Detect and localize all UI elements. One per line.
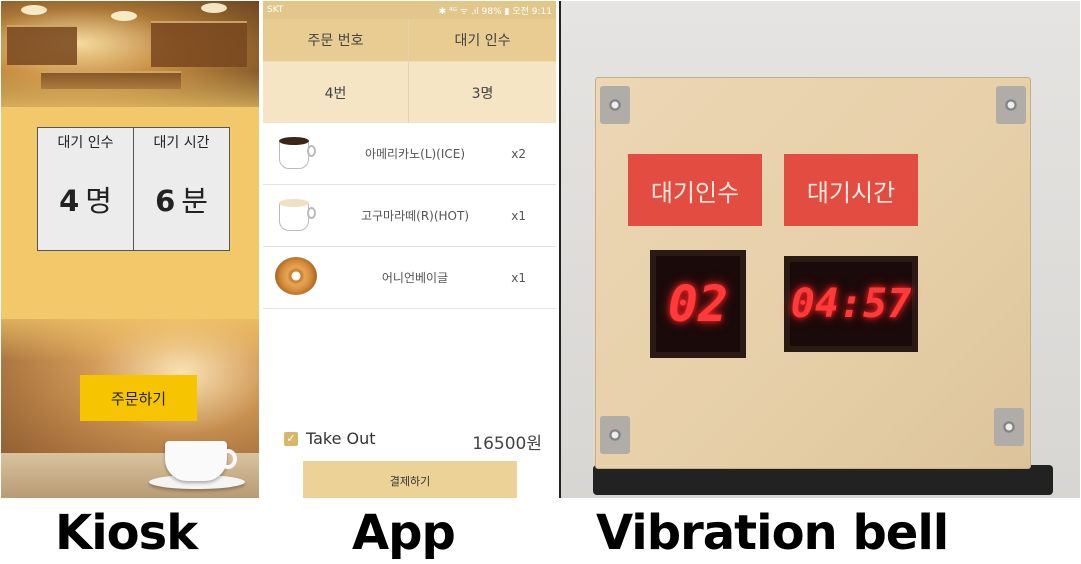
takeout-label: Take Out <box>306 429 376 448</box>
item-name: 아메리카노(L)(ICE) <box>364 147 466 161</box>
screw-icon <box>996 86 1026 124</box>
list-item[interactable]: 아메리카노(L)(ICE) x2 <box>263 123 556 185</box>
wait-info-panel: 대기 인수 4명 대기 시간 6분 <box>37 127 230 251</box>
order-number-value: 4번 <box>263 61 409 123</box>
latte-cup-icon <box>273 193 317 237</box>
screw-icon <box>994 408 1024 446</box>
status-icons: ✱ ⁴ᴳ ᯤ .ıl 98% ▮ 오전 9:11 <box>438 6 552 17</box>
order-summary-header: 주문 번호 대기 인수 4번 3명 <box>263 19 556 123</box>
wait-time-cell: 대기 시간 6분 <box>134 128 229 250</box>
takeout-checkbox[interactable]: ✓ Take Out <box>284 429 376 448</box>
wait-time-label: 대기 시간 <box>153 135 210 151</box>
wait-time-unit: 분 <box>181 184 208 218</box>
status-bar: SKT ✱ ⁴ᴳ ᯤ .ıl 98% ▮ 오전 9:11 <box>263 1 556 19</box>
kiosk-screen: 대기 인수 4명 대기 시간 6분 주문하기 <box>1 1 259 498</box>
bell-count-label: 대기인수 <box>628 154 762 226</box>
bell-count-display: 02 <box>650 250 746 358</box>
wait-time-value: 6분 <box>155 178 208 220</box>
wait-count-cell: 대기 인수 4명 <box>38 128 134 250</box>
coffee-cup-image <box>165 441 227 481</box>
bell-time-display: 04:57 <box>784 256 918 352</box>
bell-time-value: 04:57 <box>790 281 912 327</box>
pay-button[interactable]: 결제하기 <box>303 461 517 498</box>
order-number-label: 주문 번호 <box>263 19 409 61</box>
list-item[interactable]: 어니언베이글 x1 <box>263 247 556 309</box>
item-quantity: x1 <box>511 208 526 223</box>
item-quantity: x2 <box>511 146 526 161</box>
wait-count-unit: 명 <box>85 184 112 218</box>
bell-count-value: 02 <box>667 275 729 333</box>
item-name: 어니언베이글 <box>381 271 449 285</box>
carrier-label: SKT <box>267 5 284 15</box>
total-price: 16500원 <box>472 434 542 454</box>
bagel-icon <box>273 255 317 299</box>
bell-device: 대기인수 대기시간 02 04:57 <box>595 77 1031 469</box>
item-quantity: x1 <box>511 270 526 285</box>
wait-count-number: 4 <box>59 184 80 218</box>
coffee-cup-icon <box>273 131 317 175</box>
vibration-bell-photo: 대기인수 대기시간 02 04:57 <box>559 1 1080 498</box>
wait-count-label: 대기 인수 <box>57 135 114 151</box>
screw-icon <box>600 416 630 454</box>
kiosk-caption: Kiosk <box>55 505 198 561</box>
wait-count-value: 4명 <box>59 178 112 220</box>
order-item-list: 아메리카노(L)(ICE) x2 고구마라떼(R)(HOT) x1 어니언베이글… <box>263 123 556 309</box>
wait-time-number: 6 <box>155 184 176 218</box>
app-screen: SKT ✱ ⁴ᴳ ᯤ .ıl 98% ▮ 오전 9:11 주문 번호 대기 인수… <box>263 1 556 498</box>
waiting-count-label: 대기 인수 <box>409 19 556 61</box>
waiting-count-value: 3명 <box>409 61 556 123</box>
bell-caption: Vibration bell <box>596 505 949 561</box>
app-caption: App <box>352 505 456 561</box>
order-button[interactable]: 주문하기 <box>80 375 197 421</box>
item-name: 고구마라떼(R)(HOT) <box>360 209 470 223</box>
list-item[interactable]: 고구마라떼(R)(HOT) x1 <box>263 185 556 247</box>
bell-time-label: 대기시간 <box>784 154 918 226</box>
screw-icon <box>600 86 630 124</box>
checkbox-check-icon[interactable]: ✓ <box>284 431 298 446</box>
